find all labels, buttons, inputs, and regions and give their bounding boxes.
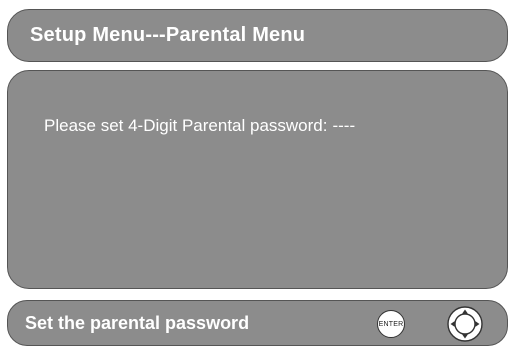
footer-bar: Set the parental password ENTER <box>7 300 508 346</box>
header-bar: Setup Menu---Parental Menu <box>7 9 508 62</box>
content-panel: Please set 4-Digit Parental password: ---… <box>7 70 508 289</box>
directional-pad-icon <box>447 306 483 342</box>
enter-button-icon: ENTER <box>377 310 405 338</box>
footer-hint: Set the parental password <box>25 313 250 333</box>
page-title: Setup Menu---Parental Menu <box>30 24 306 46</box>
password-prompt: Please set 4-Digit Parental password: ---… <box>44 116 355 136</box>
enter-button-label: ENTER <box>378 320 404 328</box>
password-prompt-label: Please set 4-Digit Parental password: <box>44 116 328 135</box>
password-entry-field[interactable]: ---- <box>332 116 355 135</box>
